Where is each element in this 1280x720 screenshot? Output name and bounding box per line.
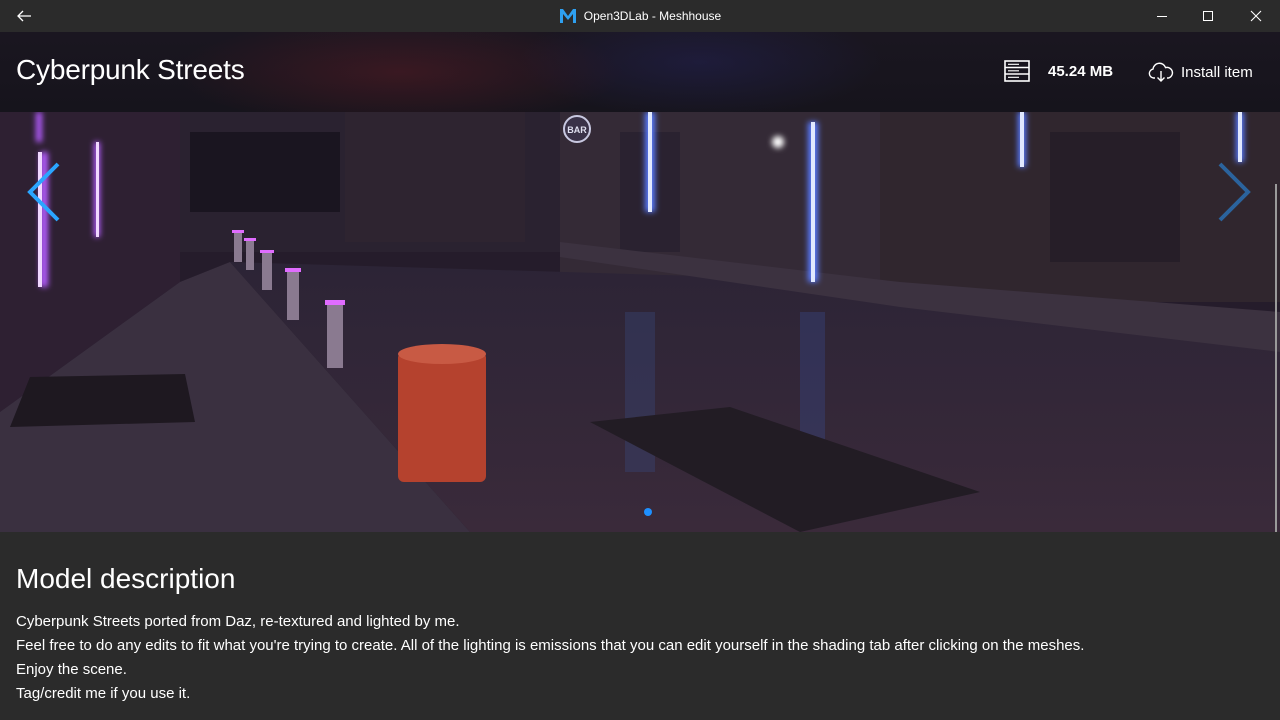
install-item-button[interactable]: Install item	[1148, 58, 1253, 86]
previous-image-button[interactable]	[24, 162, 64, 222]
description-line: Enjoy the scene.	[16, 661, 127, 678]
chevron-left-icon	[27, 162, 60, 222]
file-size: 45.24 MB	[1004, 60, 1113, 82]
vertical-scrollbar[interactable]	[1275, 184, 1277, 532]
back-button[interactable]	[0, 0, 48, 32]
next-image-button[interactable]	[1214, 162, 1254, 222]
window-title-group: Open3DLab - Meshhouse	[0, 0, 1280, 32]
maximize-icon	[1203, 11, 1213, 21]
description-line: Tag/credit me if you use it.	[16, 685, 191, 702]
preview-image: BAR	[0, 112, 1280, 532]
description-line: Cyberpunk Streets ported from Daz, re-te…	[16, 613, 460, 630]
description-text: Cyberpunk Streets ported from Daz, re-te…	[16, 610, 1084, 706]
cloud-download-icon	[1148, 62, 1174, 82]
maximize-button[interactable]	[1185, 0, 1231, 32]
install-item-label: Install item	[1181, 63, 1253, 81]
storage-icon	[1004, 60, 1030, 82]
meshhouse-logo-icon	[559, 9, 576, 23]
title-bar: Open3DLab - Meshhouse	[0, 0, 1280, 32]
image-carousel[interactable]: BAR	[0, 112, 1280, 532]
back-arrow-icon	[17, 10, 31, 22]
bar-sign-text: BAR	[567, 125, 587, 135]
close-icon	[1250, 10, 1262, 22]
item-title: Cyberpunk Streets	[16, 54, 245, 85]
minimize-icon	[1157, 16, 1167, 17]
close-button[interactable]	[1233, 0, 1279, 32]
chevron-right-icon	[1218, 162, 1251, 222]
description-heading: Model description	[16, 563, 236, 594]
carousel-indicator-dot[interactable]	[644, 508, 652, 516]
file-size-value: 45.24 MB	[1048, 62, 1114, 80]
minimize-button[interactable]	[1139, 0, 1185, 32]
window-title: Open3DLab - Meshhouse	[583, 9, 722, 23]
description-line: Feel free to do any edits to fit what yo…	[16, 637, 1085, 654]
item-header: Cyberpunk Streets 45.24 MB Install item	[0, 32, 1280, 112]
